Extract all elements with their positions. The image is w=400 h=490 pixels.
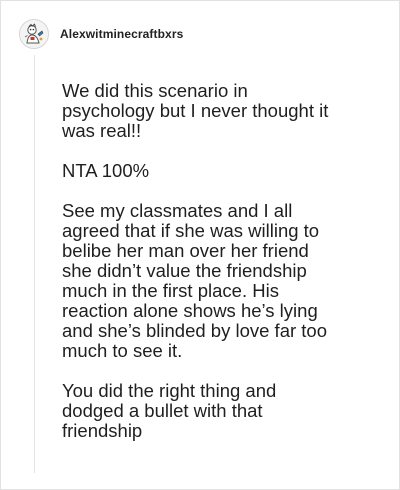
comment-paragraph: NTA 100%	[62, 160, 150, 181]
cartoon-avatar-icon[interactable]	[19, 19, 49, 49]
comment-paragraph: See my classmates and I all agreed that …	[62, 200, 328, 361]
thread-line	[34, 55, 35, 473]
comment-username[interactable]: Alexwitminecraftbxrs	[60, 27, 183, 41]
comment-card: Alexwitminecraftbxrs We did this scenari…	[0, 0, 400, 490]
comment-paragraph: We did this scenario in psychology but I…	[62, 80, 329, 141]
comment-body: We did this scenario in psychology but I…	[62, 81, 380, 441]
comment-paragraph: You did the right thing and dodged a bul…	[62, 380, 277, 441]
comment-header: Alexwitminecraftbxrs	[19, 17, 183, 51]
